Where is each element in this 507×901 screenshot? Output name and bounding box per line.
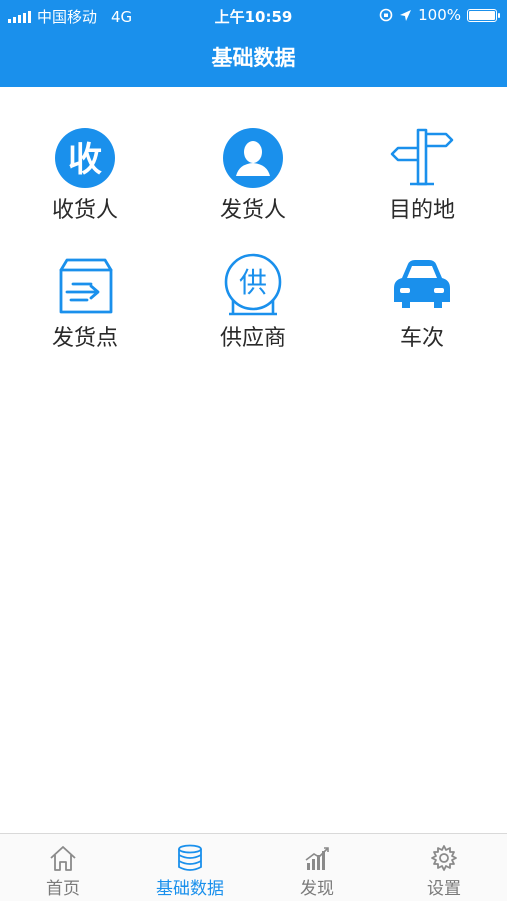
top-bar: 中国移动 4G 上午10:59 100% 基础数据 [0,0,507,87]
signpost-icon [390,128,454,186]
page-title: 基础数据 [211,46,296,70]
grid-item-sender[interactable]: 发货人 [183,120,323,224]
grid-item-shipping-point[interactable]: 发货点 [15,248,155,352]
database-icon [178,844,202,871]
car-icon [394,260,450,308]
status-bar: 中国移动 4G 上午10:59 100% [0,0,507,30]
tab-basic-data[interactable]: 基础数据 [127,844,253,899]
tab-label: 发现 [300,879,334,899]
battery-icon [467,8,500,22]
grid-item-label: 车次 [399,326,444,351]
battery-percent: 100% [418,6,461,24]
grid-item-destination[interactable]: 目的地 [352,120,492,224]
grid-item-label: 收货人 [51,198,118,223]
grid-item-label: 发货点 [51,326,118,351]
person-icon [223,128,283,188]
grid-item-label: 供应商 [219,326,286,351]
tab-label: 基础数据 [156,879,224,899]
grid-item-label: 发货人 [219,198,286,223]
supplier-glyph: 供 [239,266,267,299]
supplier-icon: 供 [224,253,282,316]
rotation-lock-icon [379,8,393,22]
box-arrow-icon [59,258,113,314]
tab-label: 首页 [46,879,80,899]
tab-bar: 首页 基础数据 发现 设置 [0,833,507,901]
grid-item-supplier[interactable]: 供 供应商 [183,248,323,352]
home-icon [50,846,76,871]
grid-item-label: 目的地 [388,198,455,223]
chart-icon [305,847,329,870]
grid-item-receiver[interactable]: 收 收货人 [15,120,155,224]
grid-item-vehicle-trip[interactable]: 车次 [352,248,492,352]
receive-glyph: 收 [68,140,102,180]
tab-label: 设置 [427,879,461,899]
receive-icon: 收 [55,128,115,188]
gear-icon [431,845,457,871]
tab-home[interactable]: 首页 [0,844,126,899]
location-icon [400,9,412,21]
tab-settings[interactable]: 设置 [381,844,507,899]
tab-discover[interactable]: 发现 [254,844,380,899]
